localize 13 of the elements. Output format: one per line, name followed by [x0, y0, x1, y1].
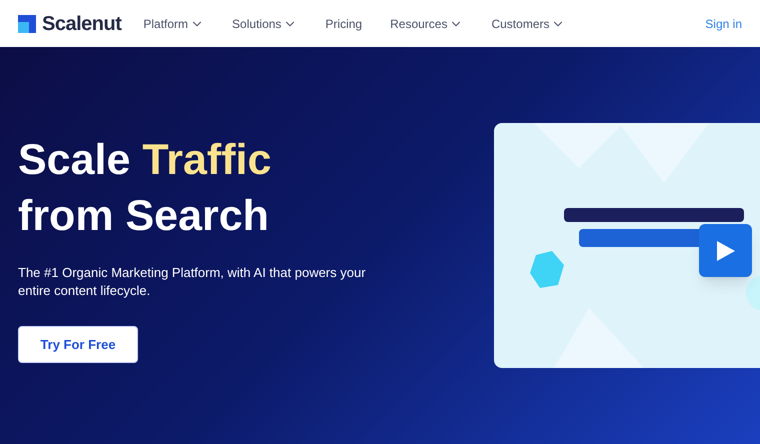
play-icon	[716, 240, 734, 260]
nav-link[interactable]: Platform	[143, 14, 204, 32]
nav-link[interactable]: Solutions	[232, 14, 298, 32]
nav-link[interactable]: Resources	[390, 14, 464, 32]
brand-name: Scalenut	[42, 12, 122, 36]
nav-link[interactable]: Pricing	[325, 14, 362, 32]
sign-in-link[interactable]: Sign in	[705, 14, 742, 32]
nav-link[interactable]: Customers	[491, 14, 566, 32]
hero-title: Scale Traffic from Search	[18, 135, 272, 242]
logo-icon	[18, 14, 36, 32]
try-for-free-button[interactable]: Try For Free	[18, 326, 138, 363]
play-button[interactable]	[699, 224, 752, 277]
hero-subtitle: The #1 Organic Marketing Platform, with AI that powers your entire content lifecycle.	[18, 264, 367, 300]
